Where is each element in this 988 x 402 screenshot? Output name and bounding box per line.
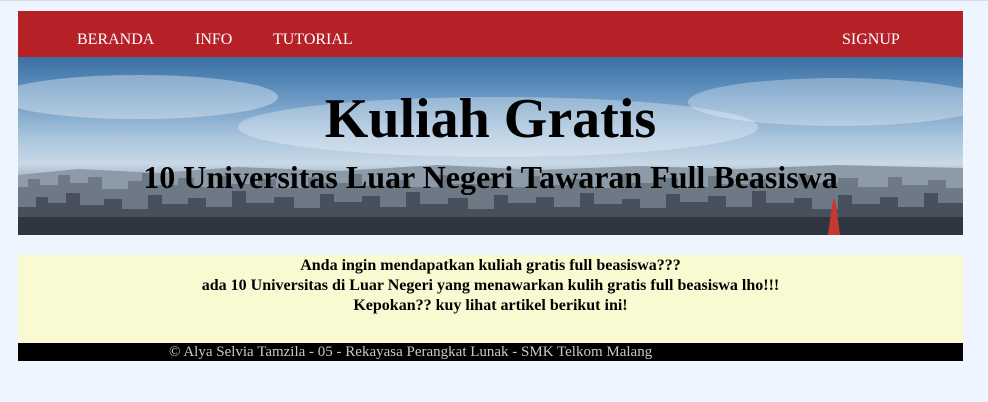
- hero-subtitle: 10 Universitas Luar Negeri Tawaran Full …: [143, 159, 838, 195]
- nav-link-info[interactable]: INFO: [195, 31, 232, 49]
- intro-line-cta: Kepokan?? kuy lihat artikel berikut ini!: [353, 297, 628, 314]
- page-footer: © Alya Selvia Tamzila - 05 - Rekayasa Pe…: [18, 343, 963, 361]
- hero-title: Kuliah Gratis: [324, 88, 657, 150]
- intro-content-box: Anda ingin mendapatkan kuliah gratis ful…: [18, 255, 963, 343]
- top-navbar: BERANDA INFO TUTORIAL SIGNUP: [18, 11, 963, 57]
- nav-link-beranda[interactable]: BERANDA: [77, 31, 154, 49]
- browser-top-border: [0, 0, 988, 1]
- intro-line-offer: ada 10 Universitas di Luar Negeri yang m…: [201, 277, 780, 294]
- nav-link-signup[interactable]: SIGNUP: [842, 31, 900, 49]
- footer-copyright: © Alya Selvia Tamzila - 05 - Rekayasa Pe…: [169, 344, 653, 360]
- hero-banner: Kuliah Gratis 10 Universitas Luar Negeri…: [18, 57, 963, 235]
- nav-link-tutorial[interactable]: TUTORIAL: [273, 31, 353, 49]
- intro-line-question: Anda ingin mendapatkan kuliah gratis ful…: [300, 257, 681, 274]
